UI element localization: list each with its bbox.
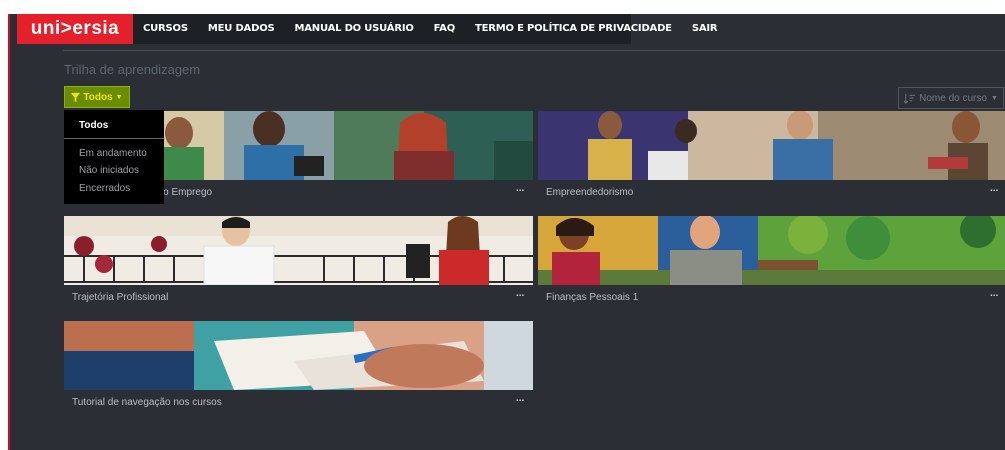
course-banner-image[interactable] <box>64 321 533 390</box>
filter-button[interactable]: Todos ▼ <box>64 86 130 108</box>
filter-label: Todos <box>83 91 113 103</box>
filter-dropdown-menu: Todos Em andamento Não iniciados Encerra… <box>64 110 164 204</box>
filter-option-em-andamento[interactable]: Em andamento <box>79 148 147 159</box>
nav-sair[interactable]: SAIR <box>682 14 728 44</box>
top-bar: uni>ersia CURSOS MEU DADOS MANUAL DO USU… <box>8 14 1005 50</box>
nav-manual[interactable]: MANUAL DO USUÁRIO <box>285 14 424 44</box>
course-name[interactable]: Trajetória Profissional <box>72 292 168 303</box>
header-divider <box>63 50 1005 51</box>
course-banner-image[interactable] <box>64 216 533 285</box>
sort-button[interactable]: Nome do curso ▼ <box>898 87 1004 109</box>
sort-label: Nome do curso <box>919 92 987 104</box>
filter-option-encerrados[interactable]: Encerrados <box>79 183 130 194</box>
dropdown-divider <box>64 138 164 139</box>
caret-down-icon: ▼ <box>990 94 998 102</box>
course-card[interactable]: Tutorial de navegação nos cursos ... <box>64 321 533 421</box>
more-options-icon[interactable]: ... <box>990 183 998 194</box>
more-options-icon[interactable]: ... <box>990 288 998 299</box>
app-viewport: uni>ersia CURSOS MEU DADOS MANUAL DO USU… <box>8 14 1005 450</box>
filter-option-todos[interactable]: Todos <box>79 120 108 131</box>
universia-logo[interactable]: uni>ersia <box>17 14 133 44</box>
course-banner-image[interactable] <box>538 216 1005 285</box>
course-name[interactable]: Empreendedorismo <box>546 187 633 198</box>
left-accent-line <box>8 14 10 450</box>
caret-down-icon: ▼ <box>115 93 123 101</box>
sort-icon <box>904 93 916 104</box>
filter-option-nao-iniciados[interactable]: Não iniciados <box>79 165 139 176</box>
more-options-icon[interactable]: ... <box>516 393 524 404</box>
main-nav: CURSOS MEU DADOS MANUAL DO USUÁRIO FAQ T… <box>133 14 727 44</box>
course-banner-image[interactable] <box>538 111 1005 180</box>
course-card[interactable]: Empreendedorismo ... <box>538 111 1005 211</box>
nav-termo-privacidade[interactable]: TERMO E POLÍTICA DE PRIVACIDADE <box>465 14 682 44</box>
more-options-icon[interactable]: ... <box>516 183 524 194</box>
more-options-icon[interactable]: ... <box>516 288 524 299</box>
course-name[interactable]: Tutorial de navegação nos cursos <box>72 397 222 408</box>
nav-cursos[interactable]: CURSOS <box>133 14 198 44</box>
course-card[interactable]: Trajetória Profissional ... <box>64 216 533 316</box>
filter-icon <box>71 92 81 102</box>
page-title: Trilha de aprendizagem <box>64 62 201 77</box>
course-name[interactable]: Finanças Pessoais 1 <box>546 292 638 303</box>
nav-meu-dados[interactable]: MEU DADOS <box>198 14 285 44</box>
course-card[interactable]: Finanças Pessoais 1 ... <box>538 216 1005 316</box>
nav-faq[interactable]: FAQ <box>424 14 465 44</box>
